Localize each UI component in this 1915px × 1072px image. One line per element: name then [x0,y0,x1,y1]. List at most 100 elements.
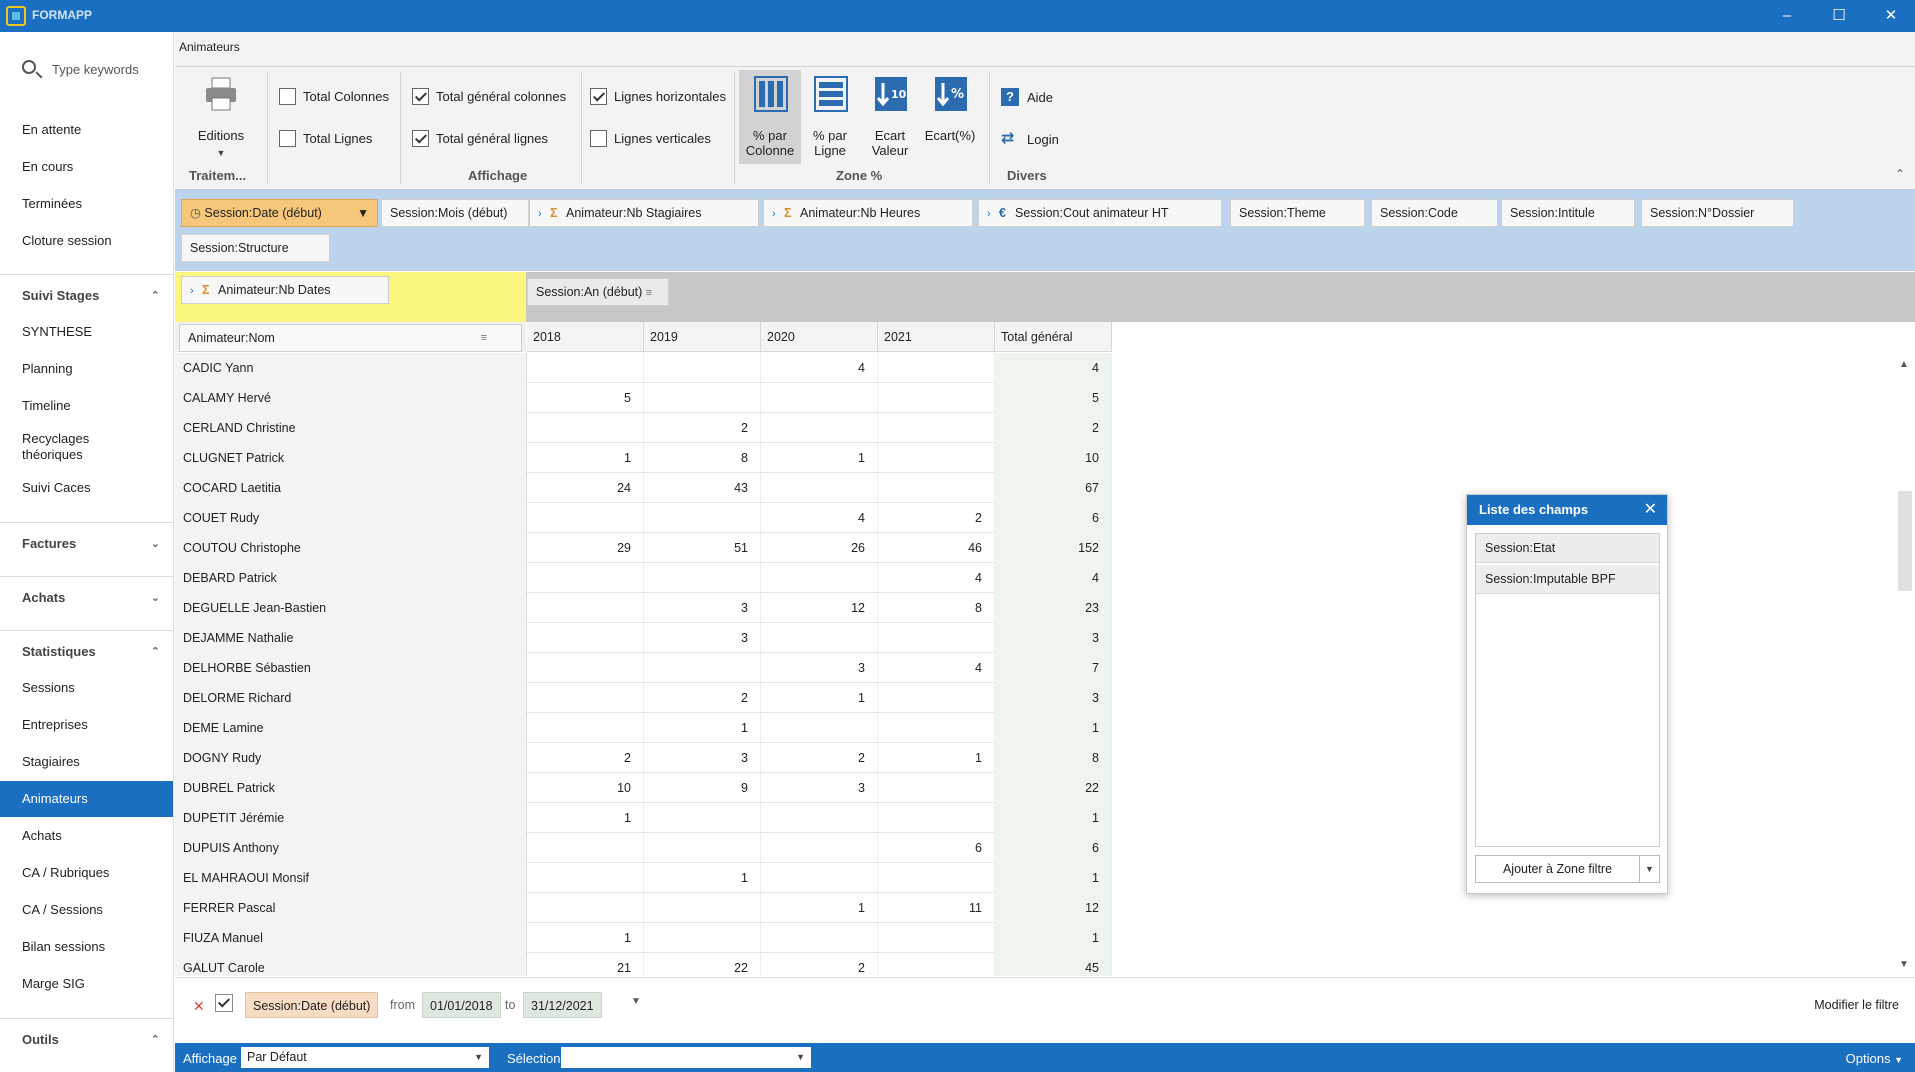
row-header-cell[interactable]: DEJAMME Nathalie [175,623,527,653]
row-header-cell[interactable]: DELHORBE Sébastien [175,653,527,683]
data-cell[interactable] [761,923,878,953]
data-cell[interactable]: 24 [527,473,644,503]
data-cell[interactable] [527,503,644,533]
clear-filter-icon[interactable]: ✕ [193,998,205,1015]
data-cell[interactable] [761,623,878,653]
data-cell[interactable]: 3 [644,743,761,773]
maximize-button[interactable]: ☐ [1811,0,1867,32]
data-cell[interactable]: 5 [527,383,644,413]
grand-total-cell[interactable]: 8 [995,743,1112,773]
filter-history-caret-icon[interactable]: ▼ [631,996,641,1007]
row-header-cell[interactable]: DUPETIT Jérémie [175,803,527,833]
data-cell[interactable]: 2 [527,743,644,773]
data-cell[interactable] [878,923,995,953]
grand-total-cell[interactable]: 1 [995,923,1112,953]
column-field-session-an[interactable]: Session:An (début) ≡ [527,278,669,306]
affichage-dropdown[interactable]: Par Défaut ▼ [241,1047,489,1068]
row-header-cell[interactable]: FIUZA Manuel [175,923,527,953]
data-cell[interactable] [527,353,644,383]
nav-stagiaires[interactable]: Stagiaires [0,748,173,776]
row-header-cell[interactable]: DELORME Richard [175,683,527,713]
data-cell[interactable] [761,383,878,413]
data-cell[interactable] [527,593,644,623]
grand-total-cell[interactable]: 23 [995,593,1112,623]
data-cell[interactable] [644,893,761,923]
data-cell[interactable] [878,713,995,743]
data-cell[interactable]: 1 [527,443,644,473]
data-cell[interactable]: 46 [878,533,995,563]
filter-to-value[interactable]: 31/12/2021 [523,992,602,1018]
data-cell[interactable]: 4 [878,563,995,593]
row-header-cell[interactable]: DOGNY Rudy [175,743,527,773]
close-window-button[interactable]: ✕ [1863,0,1915,32]
data-cell[interactable]: 1 [761,443,878,473]
grand-total-cell[interactable]: 1 [995,713,1112,743]
pct-par-ligne-button[interactable]: % par Ligne [799,70,861,164]
row-header-cell[interactable]: CALAMY Hervé [175,383,527,413]
group-outils[interactable]: Outils ⌃ [0,1026,173,1054]
ecart-pct-button[interactable]: % Ecart(%) [919,70,981,164]
data-field-nb-dates[interactable]: › Σ Animateur:Nb Dates [181,276,389,304]
column-header[interactable]: 2020 [761,322,878,352]
data-cell[interactable]: 10 [527,773,644,803]
data-cell[interactable] [878,443,995,473]
data-cell[interactable]: 51 [644,533,761,563]
ecart-valeur-button[interactable]: 10 Ecart Valeur [859,70,921,164]
filter-field-nb-stagiaires[interactable]: › Σ Animateur:Nb Stagiaires [529,199,759,227]
group-suivi-stages[interactable]: Suivi Stages ⌃ [0,282,173,310]
grand-total-cell[interactable]: 12 [995,893,1112,923]
data-cell[interactable] [527,413,644,443]
data-cell[interactable] [761,833,878,863]
data-cell[interactable] [878,473,995,503]
data-cell[interactable] [761,863,878,893]
row-header-cell[interactable]: DUBREL Patrick [175,773,527,803]
data-cell[interactable]: 4 [878,653,995,683]
data-cell[interactable] [527,713,644,743]
nav-sessions[interactable]: Sessions [0,674,173,702]
data-cell[interactable]: 4 [761,353,878,383]
modifier-filtre-link[interactable]: Modifier le filtre [1814,998,1899,1012]
row-header-cell[interactable]: FERRER Pascal [175,893,527,923]
field-list-item[interactable]: Session:Imputable BPF [1476,565,1659,594]
data-cell[interactable]: 1 [527,923,644,953]
grand-total-cell[interactable]: 6 [995,503,1112,533]
data-cell[interactable]: 43 [644,473,761,503]
filter-funnel-icon[interactable]: ▼ [357,200,369,226]
pct-par-colonne-button[interactable]: % par Colonne [739,70,801,164]
nav-entreprises[interactable]: Entreprises [0,711,173,739]
column-header[interactable]: Total général [995,322,1112,352]
group-statistiques[interactable]: Statistiques ⌃ [0,638,173,666]
editions-button[interactable]: Editions ▼ [185,70,257,164]
data-cell[interactable]: 1 [644,863,761,893]
grand-total-cell[interactable]: 3 [995,683,1112,713]
data-cell[interactable] [644,563,761,593]
grand-total-cell[interactable]: 152 [995,533,1112,563]
data-cell[interactable] [644,353,761,383]
vertical-scrollbar[interactable]: ▲ ▼ [1895,353,1915,976]
data-cell[interactable] [527,653,644,683]
search-box[interactable]: Type keywords [20,58,170,80]
row-header-cell[interactable]: CLUGNET Patrick [175,443,527,473]
data-cell[interactable]: 9 [644,773,761,803]
field-list-item[interactable]: Session:Etat [1476,534,1659,563]
data-cell[interactable] [644,833,761,863]
grand-total-cell[interactable]: 1 [995,803,1112,833]
data-cell[interactable]: 3 [644,623,761,653]
data-cell[interactable]: 2 [761,953,878,976]
grand-total-cell[interactable]: 4 [995,353,1112,383]
data-cell[interactable] [644,503,761,533]
group-achats[interactable]: Achats ⌄ [0,584,173,612]
data-cell[interactable]: 2 [878,503,995,533]
nav-planning[interactable]: Planning [0,355,173,383]
data-cell[interactable] [644,803,761,833]
data-cell[interactable] [527,623,644,653]
data-cell[interactable] [527,893,644,923]
row-header-cell[interactable]: COUET Rudy [175,503,527,533]
data-cell[interactable]: 8 [644,443,761,473]
row-header-cell[interactable]: GALUT Carole [175,953,527,976]
data-cell[interactable]: 22 [644,953,761,976]
filter-field-cout-animateur[interactable]: › € Session:Cout animateur HT [978,199,1222,227]
column-header[interactable]: 2021 [878,322,995,352]
row-header-cell[interactable]: COCARD Laetitia [175,473,527,503]
grand-total-cell[interactable]: 3 [995,623,1112,653]
